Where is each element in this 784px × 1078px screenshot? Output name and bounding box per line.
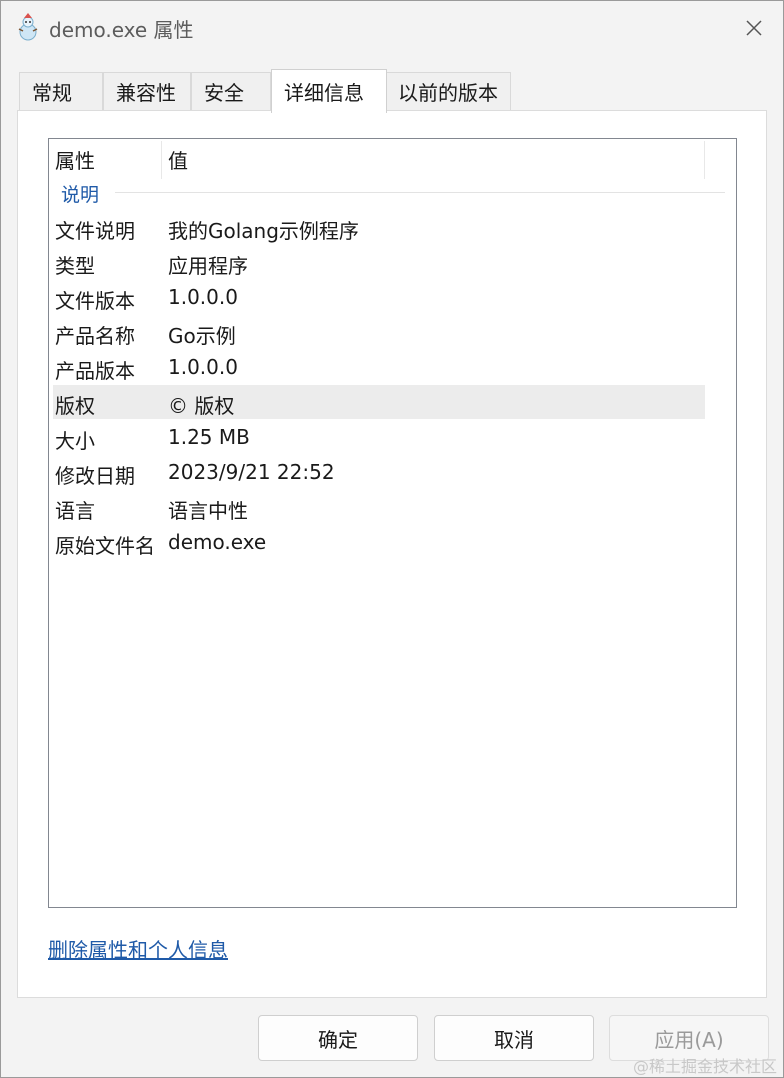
detail-row[interactable]: 产品名称 Go示例	[53, 315, 705, 349]
property-name: 文件说明	[55, 219, 135, 243]
window-title: demo.exe 属性	[49, 18, 194, 42]
property-value: 1.0.0.0	[168, 355, 238, 379]
property-name: 修改日期	[55, 464, 135, 488]
close-button[interactable]	[737, 11, 771, 45]
details-panel: 属性 值 说明 文件说明 我的Golang示例程序 类型 应用程序 文件版本 1…	[17, 110, 767, 998]
column-header-value[interactable]: 值	[168, 145, 188, 174]
detail-row[interactable]: 类型 应用程序	[53, 245, 705, 279]
tab-details[interactable]: 详细信息	[271, 69, 387, 113]
details-list[interactable]: 属性 值 说明 文件说明 我的Golang示例程序 类型 应用程序 文件版本 1…	[48, 138, 737, 908]
property-name: 原始文件名	[55, 534, 155, 558]
property-value: demo.exe	[168, 530, 267, 554]
property-value: 语言中性	[168, 499, 248, 523]
detail-row[interactable]: 原始文件名 demo.exe	[53, 525, 705, 559]
property-value: 1.25 MB	[168, 425, 250, 449]
property-value: 应用程序	[168, 254, 248, 278]
property-name: 语言	[55, 499, 95, 523]
property-name: 文件版本	[55, 289, 135, 313]
app-icon	[18, 13, 38, 41]
detail-row[interactable]: 大小 1.25 MB	[53, 420, 705, 454]
tab-compatibility[interactable]: 兼容性	[103, 72, 191, 110]
column-header-property[interactable]: 属性	[55, 145, 95, 174]
column-separator[interactable]	[704, 141, 705, 179]
detail-row[interactable]: 语言 语言中性	[53, 490, 705, 524]
title-bar[interactable]: demo.exe 属性	[1, 1, 783, 55]
property-name: 类型	[55, 254, 95, 278]
ok-button[interactable]: 确定	[258, 1015, 418, 1061]
property-name: 产品名称	[55, 324, 135, 348]
property-value: 我的Golang示例程序	[168, 219, 359, 243]
tab-security[interactable]: 安全	[191, 72, 271, 110]
property-value: 1.0.0.0	[168, 285, 238, 309]
detail-row[interactable]: 修改日期 2023/9/21 22:52	[53, 455, 705, 489]
column-separator[interactable]	[161, 141, 162, 179]
detail-row[interactable]: 产品版本 1.0.0.0	[53, 350, 705, 384]
group-divider	[115, 192, 725, 193]
property-value: Go示例	[168, 324, 236, 348]
cancel-button[interactable]: 取消	[434, 1015, 594, 1061]
close-icon	[746, 20, 762, 36]
properties-window: demo.exe 属性 常规 兼容性 安全 详细信息 以前的版本 属性 值 说明…	[0, 0, 784, 1078]
property-name: 版权	[55, 394, 95, 418]
tab-strip: 常规 兼容性 安全 详细信息 以前的版本	[19, 69, 779, 113]
watermark: @稀土掘金技术社区	[633, 1057, 778, 1076]
property-name: 产品版本	[55, 359, 135, 383]
property-value: 2023/9/21 22:52	[168, 460, 335, 484]
tab-general[interactable]: 常规	[19, 72, 103, 110]
detail-row[interactable]: 文件说明 我的Golang示例程序	[53, 210, 705, 244]
remove-properties-link[interactable]: 删除属性和个人信息	[48, 934, 228, 963]
group-header-description[interactable]: 说明	[61, 180, 99, 207]
tab-previous-versions[interactable]: 以前的版本	[385, 72, 511, 110]
detail-row-selected[interactable]: 版权 © 版权	[53, 385, 705, 419]
property-name: 大小	[55, 429, 95, 453]
property-value: © 版权	[168, 394, 235, 418]
detail-row[interactable]: 文件版本 1.0.0.0	[53, 280, 705, 314]
